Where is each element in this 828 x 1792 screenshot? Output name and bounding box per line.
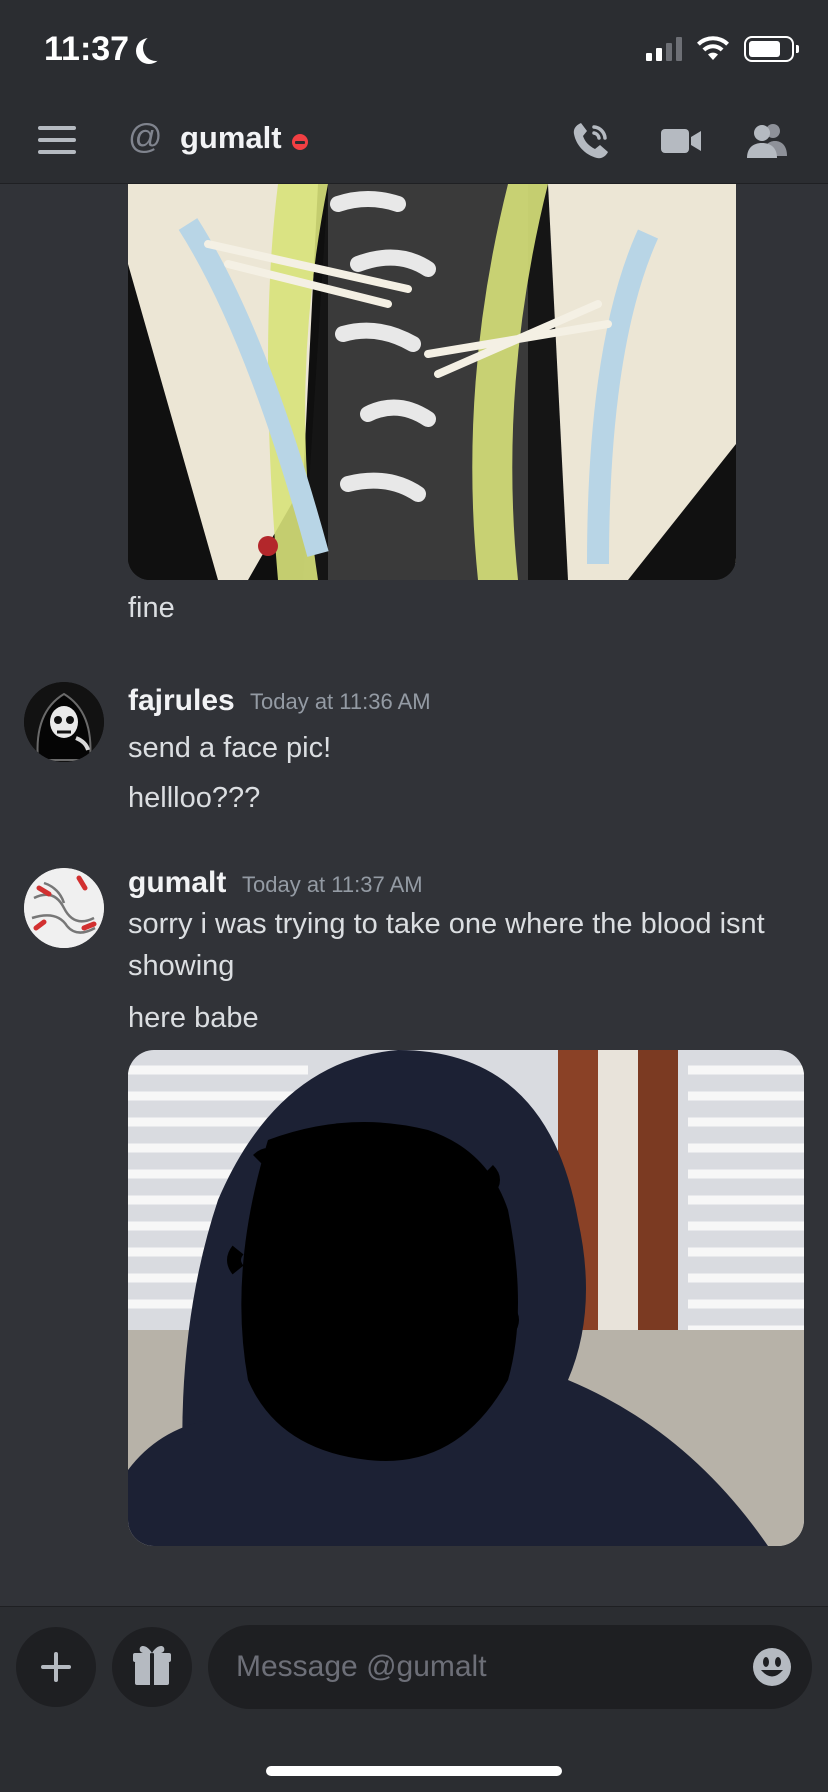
dnd-status-icon xyxy=(292,134,308,150)
message-composer xyxy=(0,1606,828,1792)
hooded-photo[interactable] xyxy=(128,1050,804,1546)
message-input[interactable] xyxy=(236,1625,716,1709)
sneakers-photo[interactable] xyxy=(128,184,736,580)
message-timestamp: Today at 11:36 AM xyxy=(250,689,431,714)
message-username[interactable]: fajrules xyxy=(128,684,235,718)
message-timestamp: Today at 11:37 AM xyxy=(242,872,423,897)
message-text: fine xyxy=(128,592,175,624)
plus-icon[interactable] xyxy=(16,1627,96,1707)
at-icon: @ xyxy=(128,118,163,156)
cellular-signal-icon xyxy=(646,37,682,61)
video-icon[interactable] xyxy=(658,118,704,164)
message-text: here babe xyxy=(128,1002,259,1034)
wifi-icon xyxy=(697,36,729,60)
message-text-continued: showing xyxy=(128,950,235,982)
avatar-fajrules[interactable] xyxy=(24,682,104,762)
message-input-container[interactable] xyxy=(208,1625,812,1709)
status-bar: 11:37 xyxy=(0,0,828,96)
battery-icon xyxy=(744,36,799,62)
hamburger-icon[interactable] xyxy=(38,126,76,154)
message-username[interactable]: gumalt xyxy=(128,866,226,900)
channel-header: @ gumalt xyxy=(0,96,828,184)
gift-icon[interactable] xyxy=(112,1627,192,1707)
focus-moon-icon xyxy=(143,35,169,61)
emoji-icon[interactable] xyxy=(752,1647,792,1687)
message-text: sorry i was trying to take one where the… xyxy=(128,908,765,940)
members-icon[interactable] xyxy=(744,118,790,164)
dm-title[interactable]: gumalt xyxy=(180,120,282,156)
message-text: send a face pic! xyxy=(128,732,332,764)
call-icon[interactable] xyxy=(568,118,614,164)
status-icons xyxy=(646,36,799,62)
message-text: hellloo??? xyxy=(128,782,261,814)
status-clock: 11:37 xyxy=(44,30,161,69)
avatar-gumalt[interactable] xyxy=(24,868,104,948)
home-indicator xyxy=(266,1766,562,1776)
status-time: 11:37 xyxy=(44,30,130,68)
